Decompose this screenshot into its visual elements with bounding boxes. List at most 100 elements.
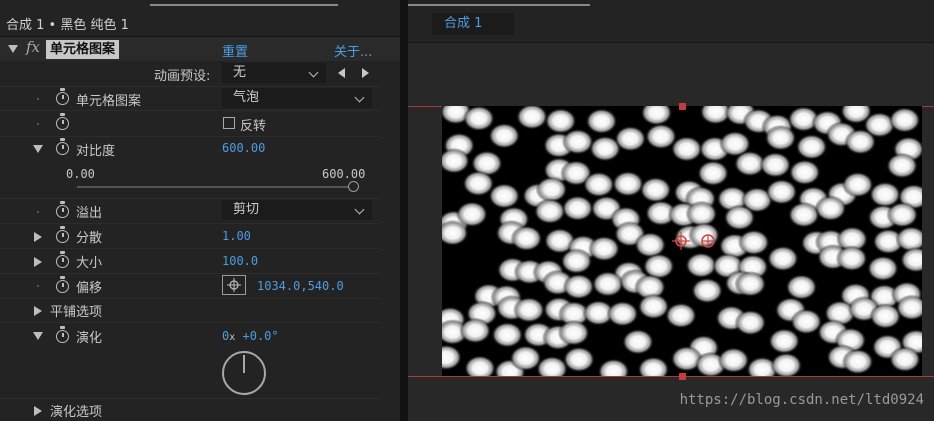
- evolution-expand-triangle-icon[interactable]: [33, 332, 43, 340]
- effect-controls-panel: 合成 1 • 黑色 纯色 1 fx 单元格图案 重置 关于... 动画预设: 无…: [0, 0, 400, 421]
- bubble-cell: [462, 106, 495, 132]
- bubble-cell: [841, 171, 874, 198]
- effect-name[interactable]: 单元格图案: [46, 40, 120, 59]
- preset-next-icon[interactable]: [362, 68, 369, 78]
- stopwatch-icon[interactable]: [56, 251, 69, 268]
- disperse-expand-triangle-icon[interactable]: [34, 232, 42, 242]
- composition-panel: 合成 1 https://blog.csdn.net/ltd0924: [408, 0, 934, 421]
- evolution-x: x: [229, 332, 236, 343]
- contrast-value[interactable]: 600.00: [222, 141, 265, 155]
- stopwatch-icon[interactable]: [56, 201, 69, 218]
- bubble-cell: [621, 328, 654, 355]
- cell-pattern-select[interactable]: 气泡: [222, 88, 372, 108]
- bubble-cell: [734, 270, 767, 297]
- stopwatch-icon[interactable]: [56, 113, 69, 130]
- evolution-options-label[interactable]: 演化选项: [50, 401, 102, 420]
- evolution-options-expand-triangle-icon[interactable]: [34, 406, 42, 416]
- bubble-cell: [561, 128, 594, 155]
- bubble-cell: [557, 319, 590, 346]
- anchor-crosshair-icon[interactable]: [672, 232, 720, 250]
- reset-link[interactable]: 重置: [222, 41, 248, 60]
- bubble-cell: [886, 201, 919, 228]
- bubble-cell: [562, 346, 595, 373]
- offset-point-picker[interactable]: [222, 275, 246, 295]
- watermark: https://blog.csdn.net/ltd0924: [679, 392, 924, 408]
- about-link[interactable]: 关于...: [334, 41, 372, 60]
- evolution-value[interactable]: 0x +0.0°: [222, 329, 279, 343]
- size-expand-triangle-icon[interactable]: [34, 257, 42, 267]
- bubble-cell: [588, 235, 621, 262]
- row-divider: [0, 298, 380, 299]
- bubble-cell: [765, 178, 798, 205]
- offset-value[interactable]: 1034.0,540.0: [257, 279, 344, 293]
- evolution-angle-dial[interactable]: [222, 351, 266, 395]
- chevron-down-icon: [308, 67, 319, 78]
- size-value[interactable]: 100.0: [222, 254, 258, 268]
- bubble-cell: [697, 160, 730, 187]
- bubble-cell: [442, 344, 463, 371]
- row-divider: [0, 273, 380, 274]
- active-tab-indicator: [150, 4, 338, 6]
- contrast-expand-triangle-icon[interactable]: [33, 145, 43, 153]
- active-tab-indicator: [408, 4, 590, 6]
- bubble-cell: [637, 293, 670, 320]
- tiling-expand-triangle-icon[interactable]: [34, 306, 42, 316]
- layer-handle-bottom[interactable]: [679, 373, 686, 380]
- bubble-cell: [888, 346, 921, 373]
- stopwatch-icon[interactable]: [56, 226, 69, 243]
- bubble-cell: [866, 255, 899, 282]
- row-dot: [37, 98, 39, 100]
- bubble-cell: [591, 270, 624, 297]
- preset-prev-icon[interactable]: [338, 68, 345, 78]
- bubble-cell: [759, 151, 792, 178]
- overflow-value: 剪切: [233, 202, 260, 217]
- bubble-cell: [768, 328, 801, 355]
- overflow-select[interactable]: 剪切: [222, 200, 372, 220]
- bubble-cell: [717, 347, 750, 374]
- bubble-cell: [560, 248, 593, 275]
- animation-preset-label: 动画预设:: [154, 69, 211, 84]
- cell-pattern-value: 气泡: [233, 90, 260, 105]
- bubble-cell: [585, 108, 618, 135]
- row-divider: [0, 198, 380, 199]
- composition-tab[interactable]: 合成 1: [432, 13, 514, 35]
- row-dot: [37, 211, 39, 213]
- panel-title: 合成 1 • 黑色 纯色 1: [6, 18, 129, 33]
- fx-icon[interactable]: fx: [26, 38, 40, 56]
- chevron-down-icon: [354, 204, 365, 215]
- animation-preset-select[interactable]: 无: [222, 63, 326, 83]
- stopwatch-icon[interactable]: [56, 88, 69, 105]
- stopwatch-icon[interactable]: [56, 276, 69, 293]
- bubble-cell: [612, 170, 645, 197]
- target-icon: [227, 278, 241, 292]
- bubble-cell: [899, 246, 922, 273]
- bubble-cell: [597, 358, 630, 376]
- stopwatch-icon[interactable]: [56, 138, 69, 155]
- effect-collapse-triangle-icon[interactable]: [8, 45, 18, 53]
- bubble-cell: [691, 277, 724, 304]
- contrast-slider-handle[interactable]: [348, 181, 359, 192]
- invert-checkbox[interactable]: [223, 117, 235, 129]
- bubble-cell: [737, 229, 770, 256]
- stopwatch-icon[interactable]: [56, 326, 69, 343]
- row-divider: [0, 223, 380, 224]
- bubble-cell: [533, 198, 566, 225]
- bubble-cell: [788, 159, 821, 186]
- bubble-cell: [844, 128, 877, 155]
- row-divider: [0, 248, 380, 249]
- panel-separator[interactable]: [400, 0, 408, 421]
- guide-bottom: [408, 376, 934, 377]
- disperse-value[interactable]: 1.00: [222, 229, 251, 243]
- tiling-options-label[interactable]: 平铺选项: [50, 301, 102, 320]
- row-divider: [0, 86, 380, 87]
- contrast-slider-track[interactable]: [77, 186, 355, 188]
- bubble-cell: [516, 106, 548, 130]
- invert-label: 反转: [240, 119, 267, 134]
- bubble-cell: [491, 321, 524, 348]
- chevron-down-icon: [354, 92, 365, 103]
- bubble-cell: [795, 133, 828, 160]
- row-divider: [0, 110, 380, 111]
- bubble-cell: [640, 106, 673, 126]
- layer-handle-top[interactable]: [679, 103, 686, 110]
- bubble-cell: [814, 195, 847, 222]
